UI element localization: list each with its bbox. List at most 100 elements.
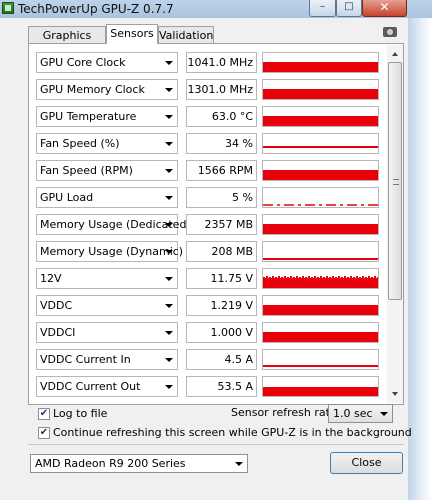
title-bar[interactable]: TechPowerUp GPU-Z 0.7.7 – □ ✕ (0, 0, 432, 18)
gpu-z-app-icon (2, 2, 14, 14)
sensor-name-dropdown[interactable]: VDDC Current Out (36, 376, 178, 397)
chevron-down-icon (165, 61, 173, 65)
minimize-button[interactable]: – (309, 0, 336, 17)
sensor-row: VDDC Current Out 53.5 A (36, 376, 379, 397)
sensor-graph[interactable] (262, 241, 379, 262)
sensor-name-dropdown[interactable]: Fan Speed (%) (36, 133, 178, 154)
camera-icon[interactable] (383, 27, 397, 37)
sensor-value: 1041.0 MHz (187, 56, 253, 69)
sensor-name-dropdown[interactable]: GPU Core Clock (36, 52, 178, 73)
sensor-value: 1.000 V (210, 326, 253, 339)
sensor-value-box: 2357 MB (186, 214, 257, 235)
sensor-name-label: GPU Temperature (40, 110, 137, 123)
chevron-down-icon (165, 142, 173, 146)
sensor-name-dropdown[interactable]: Fan Speed (RPM) (36, 160, 178, 181)
chevron-down-icon (380, 412, 388, 416)
scroll-up-arrow-icon[interactable] (387, 45, 403, 62)
sensor-value: 4.5 A (224, 353, 253, 366)
sensor-name-dropdown[interactable]: GPU Memory Clock (36, 79, 178, 100)
log-to-file-checkbox[interactable]: ✔ (38, 408, 50, 420)
graph-noise (326, 276, 328, 278)
graph-noise (329, 277, 331, 279)
chevron-down-icon (165, 385, 173, 389)
sensor-value: 53.5 A (217, 380, 253, 393)
sensor-scrollbar[interactable] (387, 45, 403, 403)
sensor-name-dropdown[interactable]: GPU Temperature (36, 106, 178, 127)
sensor-graph[interactable] (262, 349, 379, 370)
sensor-graph[interactable] (262, 79, 379, 100)
graph-noise (263, 277, 265, 279)
sensor-graph[interactable] (262, 187, 379, 208)
sensor-graph[interactable] (262, 133, 379, 154)
sensor-row: GPU Temperature 63.0 °C (36, 106, 379, 127)
graph-noise (266, 276, 268, 278)
graph-noise (323, 277, 325, 279)
chevron-down-icon (165, 223, 173, 227)
sensor-value-box: 208 MB (186, 241, 257, 262)
sensor-name-dropdown[interactable]: Memory Usage (Dedicated) (36, 214, 191, 235)
graph-fill (263, 224, 378, 234)
close-button[interactable]: Close (330, 452, 403, 474)
sensor-value-box: 1566 RPM (186, 160, 257, 181)
sensor-name-dropdown[interactable]: VDDCI (36, 322, 178, 343)
tab-validation[interactable]: Validation (158, 26, 214, 44)
graph-noise (281, 277, 283, 279)
graph-noise (293, 277, 295, 279)
sensor-name-dropdown[interactable]: VDDC Current In (36, 349, 178, 370)
continue-refresh-label: Continue refreshing this screen while GP… (53, 426, 412, 439)
sensor-graph[interactable] (262, 376, 379, 397)
sensor-graph[interactable] (262, 214, 379, 235)
sensor-graph[interactable] (262, 322, 379, 343)
sensor-value-box: 5 % (186, 187, 257, 208)
tab-graphics-card[interactable]: Graphics Card (28, 26, 106, 59)
sensor-graph-plot (263, 365, 378, 367)
sensor-graph-plot (263, 258, 378, 260)
sensor-graph[interactable] (262, 295, 379, 316)
continue-refresh-checkbox[interactable]: ✔ (38, 427, 50, 439)
graph-noise (347, 277, 349, 279)
chevron-down-icon (165, 115, 173, 119)
scroll-thumb[interactable] (388, 62, 402, 300)
chevron-down-icon (165, 331, 173, 335)
sensor-value: 1566 RPM (197, 164, 253, 177)
graph-noise (350, 276, 352, 278)
chevron-down-icon (165, 88, 173, 92)
graph-noise (374, 276, 376, 278)
sensor-value-box: 1.219 V (186, 295, 257, 316)
sensor-value: 11.75 V (210, 272, 253, 285)
sensor-value: 1301.0 MHz (187, 83, 253, 96)
sensor-graph[interactable] (262, 106, 379, 127)
window-title: TechPowerUp GPU-Z 0.7.7 (18, 2, 174, 16)
sensor-name-dropdown[interactable]: 12V (36, 268, 178, 289)
sensor-value: 2357 MB (204, 218, 253, 231)
maximize-button[interactable]: □ (336, 0, 362, 17)
graphics-card-name: AMD Radeon R9 200 Series (35, 457, 186, 470)
graph-fill (263, 62, 378, 72)
sensor-row: Fan Speed (%) 34 % (36, 133, 379, 154)
sensor-row: GPU Load 5 % (36, 187, 379, 208)
sensor-graph[interactable] (262, 52, 379, 73)
graph-noise (290, 276, 292, 278)
refresh-rate-label: Sensor refresh rate: (231, 406, 341, 419)
sensor-graph[interactable] (262, 160, 379, 181)
tab-sensors[interactable]: Sensors (106, 24, 158, 44)
chevron-down-icon (165, 304, 173, 308)
scroll-down-arrow-icon[interactable] (387, 386, 403, 403)
sensor-name-dropdown[interactable]: VDDC (36, 295, 178, 316)
chevron-down-icon (165, 250, 173, 254)
sensor-value-box: 1301.0 MHz (186, 79, 257, 100)
graphics-card-select[interactable]: AMD Radeon R9 200 Series (30, 454, 248, 473)
graph-noise (311, 277, 313, 279)
sensor-name-dropdown[interactable]: GPU Load (36, 187, 178, 208)
sensor-value: 34 % (225, 137, 253, 150)
graph-noise (278, 276, 280, 278)
sensor-name-dropdown[interactable]: Memory Usage (Dynamic) (36, 241, 183, 262)
chevron-down-icon (165, 196, 173, 200)
sensor-value-box: 1.000 V (186, 322, 257, 343)
graph-noise (371, 277, 373, 279)
sensor-graph[interactable] (262, 268, 379, 289)
refresh-rate-select[interactable]: 1.0 sec (328, 404, 393, 423)
graph-noise (362, 276, 364, 278)
close-window-button[interactable]: ✕ (362, 0, 407, 17)
graph-fill (263, 305, 378, 315)
